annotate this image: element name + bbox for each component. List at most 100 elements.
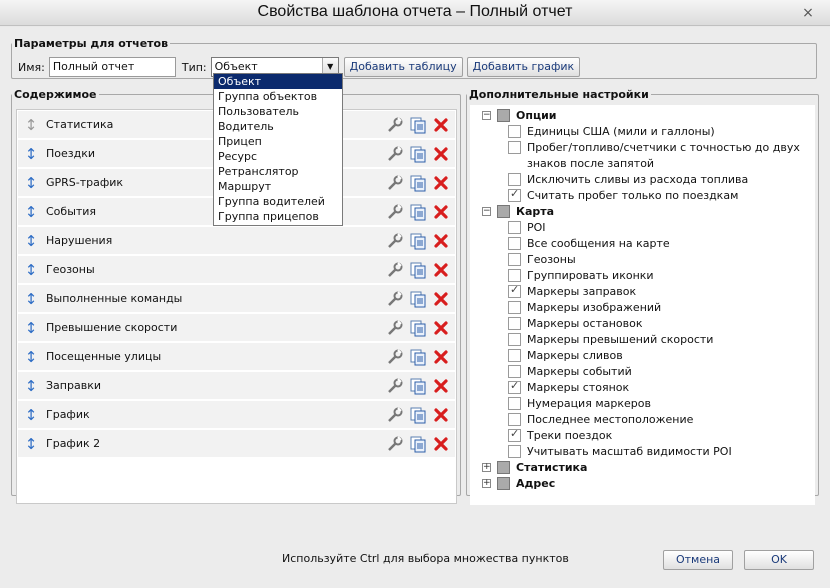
drag-arrows-icon[interactable]: ↕ <box>20 406 42 424</box>
drag-arrows-icon[interactable]: ↕ <box>20 261 42 279</box>
wrench-icon[interactable] <box>385 318 405 338</box>
option-checkbox[interactable] <box>508 332 521 346</box>
option-checkbox[interactable] <box>508 124 521 138</box>
option-checkbox[interactable] <box>508 236 521 250</box>
copy-icon[interactable] <box>408 376 428 396</box>
tree-option[interactable]: Маркеры сливов <box>508 347 623 363</box>
drag-arrows-icon[interactable]: ↕ <box>20 348 42 366</box>
expand-icon[interactable]: + <box>482 462 491 472</box>
wrench-icon[interactable] <box>385 376 405 396</box>
type-option[interactable]: Ретранслятор <box>214 164 342 179</box>
group-checkbox[interactable] <box>497 204 510 218</box>
close-icon[interactable]: × <box>800 5 816 21</box>
option-checkbox[interactable]: ✓ <box>508 187 521 202</box>
copy-icon[interactable] <box>408 173 428 193</box>
tree-option[interactable]: Группировать иконки <box>508 267 654 283</box>
collapse-icon[interactable]: − <box>482 206 491 216</box>
drag-arrows-icon[interactable]: ↕ <box>20 319 42 337</box>
delete-x-icon[interactable] <box>431 405 451 425</box>
type-option[interactable]: Водитель <box>214 119 342 134</box>
option-checkbox[interactable] <box>508 220 521 234</box>
wrench-icon[interactable] <box>385 405 405 425</box>
content-row[interactable]: ↕ Посещенные улицы <box>18 343 455 371</box>
wrench-icon[interactable] <box>385 434 405 454</box>
type-option[interactable]: Группа объектов <box>214 89 342 104</box>
option-checkbox[interactable] <box>508 364 521 378</box>
name-input[interactable]: Полный отчет <box>48 57 176 77</box>
content-row[interactable]: ↕ Заправки <box>18 372 455 400</box>
option-checkbox[interactable] <box>508 268 521 282</box>
expand-icon[interactable]: + <box>482 478 491 488</box>
group-checkbox[interactable] <box>497 476 510 490</box>
copy-icon[interactable] <box>408 144 428 164</box>
drag-arrows-icon[interactable]: ↕ <box>20 232 42 250</box>
type-option[interactable]: Группа водителей <box>214 194 342 209</box>
wrench-icon[interactable] <box>385 144 405 164</box>
collapse-icon[interactable]: − <box>482 110 491 120</box>
type-option[interactable]: Прицеп <box>214 134 342 149</box>
wrench-icon[interactable] <box>385 202 405 222</box>
tree-option[interactable]: Маркеры событий <box>508 363 632 379</box>
delete-x-icon[interactable] <box>431 231 451 251</box>
copy-icon[interactable] <box>408 318 428 338</box>
copy-icon[interactable] <box>408 434 428 454</box>
tree-group[interactable]: − Карта <box>482 203 554 219</box>
wrench-icon[interactable] <box>385 173 405 193</box>
group-checkbox[interactable] <box>497 460 510 474</box>
cancel-button[interactable]: Отмена <box>663 550 733 570</box>
content-row[interactable]: ↕ Превышение скорости <box>18 314 455 342</box>
delete-x-icon[interactable] <box>431 115 451 135</box>
drag-arrows-icon[interactable]: ↕ <box>20 435 42 453</box>
group-checkbox[interactable] <box>497 108 510 122</box>
option-checkbox[interactable] <box>508 348 521 362</box>
delete-x-icon[interactable] <box>431 318 451 338</box>
wrench-icon[interactable] <box>385 289 405 309</box>
add-chart-button[interactable]: Добавить график <box>466 57 581 77</box>
copy-icon[interactable] <box>408 347 428 367</box>
tree-option[interactable]: Исключить сливы из расхода топлива <box>508 171 748 187</box>
type-option[interactable]: Ресурс <box>214 149 342 164</box>
ok-button[interactable]: OK <box>744 550 814 570</box>
option-checkbox[interactable]: ✓ <box>508 427 521 442</box>
delete-x-icon[interactable] <box>431 289 451 309</box>
delete-x-icon[interactable] <box>431 347 451 367</box>
type-option[interactable]: Пользователь <box>214 104 342 119</box>
drag-arrows-icon[interactable]: ↕ <box>20 145 42 163</box>
tree-option[interactable]: Единицы США (мили и галлоны) <box>508 123 715 139</box>
option-checkbox[interactable] <box>508 172 521 186</box>
option-checkbox[interactable]: ✓ <box>508 379 521 394</box>
tree-option[interactable]: Маркеры изображений <box>508 299 661 315</box>
option-checkbox[interactable] <box>508 252 521 266</box>
content-row[interactable]: ↕ Нарушения <box>18 227 455 255</box>
wrench-icon[interactable] <box>385 347 405 367</box>
tree-option[interactable]: Геозоны <box>508 251 576 267</box>
tree-group[interactable]: + Адрес <box>482 475 555 491</box>
drag-arrows-icon[interactable]: ↕ <box>20 174 42 192</box>
tree-option[interactable]: Нумерация маркеров <box>508 395 651 411</box>
option-checkbox[interactable] <box>508 444 521 458</box>
tree-option[interactable]: ✓ Считать пробег только по поездкам <box>508 187 738 203</box>
option-checkbox[interactable] <box>508 316 521 330</box>
tree-option[interactable]: Пробег/топливо/счетчики с точностью до д… <box>508 139 800 155</box>
copy-icon[interactable] <box>408 289 428 309</box>
copy-icon[interactable] <box>408 405 428 425</box>
option-checkbox[interactable]: ✓ <box>508 283 521 298</box>
drag-arrows-icon[interactable]: ↕ <box>20 377 42 395</box>
option-checkbox[interactable] <box>508 412 521 426</box>
wrench-icon[interactable] <box>385 231 405 251</box>
delete-x-icon[interactable] <box>431 376 451 396</box>
tree-option[interactable]: Последнее местоположение <box>508 411 693 427</box>
delete-x-icon[interactable] <box>431 173 451 193</box>
content-row[interactable]: ↕ Геозоны <box>18 256 455 284</box>
option-checkbox[interactable] <box>508 140 521 154</box>
tree-option[interactable]: Маркеры остановок <box>508 315 643 331</box>
tree-option[interactable]: ✓ Треки поездок <box>508 427 612 443</box>
delete-x-icon[interactable] <box>431 144 451 164</box>
type-option[interactable]: Объект <box>214 74 342 89</box>
content-row[interactable]: ↕ Выполненные команды <box>18 285 455 313</box>
option-checkbox[interactable] <box>508 396 521 410</box>
type-option[interactable]: Группа прицепов <box>214 209 342 224</box>
copy-icon[interactable] <box>408 202 428 222</box>
tree-option[interactable]: POI <box>508 219 546 235</box>
content-row[interactable]: ↕ График <box>18 401 455 429</box>
